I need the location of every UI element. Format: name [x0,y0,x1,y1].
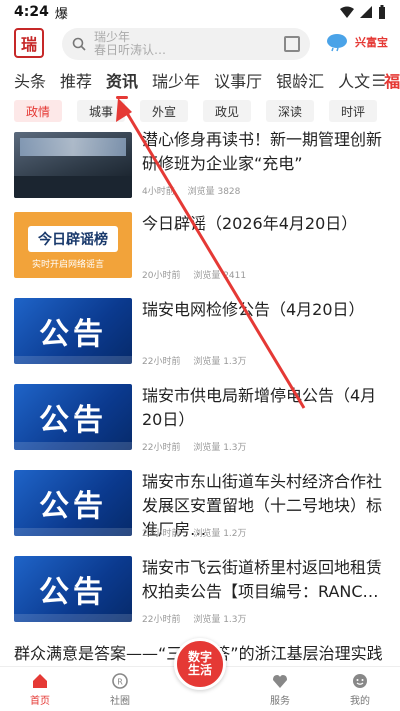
thumbnail-caption: 公告 [39,317,107,352]
thumbnail-stripe [14,614,132,622]
status-bar: 4:24 爆 [0,0,400,24]
list-item[interactable]: 公告 瑞安市供电局新增停电公告（4月20日） 22小时前 浏览量 1.3万 [0,384,400,454]
nav-profile-label: 我的 [350,696,370,707]
article-time: 4小时前 [142,187,175,197]
community-icon: R [112,673,128,689]
list-item[interactable]: 公告 瑞安电网检修公告（4月20日） 22小时前 浏览量 1.3万 [0,298,400,368]
chip-deep-read[interactable]: 深读 [266,100,314,122]
article-views: 浏览量 1.3万 [193,443,247,453]
thumbnail-caption: 公告 [39,403,107,438]
tab-welfare[interactable]: 福利 [384,68,400,92]
logo-text: 瑞 [20,35,37,54]
status-flag: 爆 [54,6,68,22]
wifi-icon [340,6,354,18]
nav-services-label: 服务 [270,696,290,707]
article-meta: 22小时前 浏览量 1.3万 [142,354,257,367]
tab-council[interactable]: 议事厅 [214,68,262,92]
tab-culture[interactable]: 人文 [338,68,370,92]
list-item[interactable]: 潜心修身再读书！新一期管理创新研修班为企业家“充电” 4小时前 浏览量 3828 [0,128,400,202]
signal-icon [360,6,372,18]
weather-icon[interactable] [326,32,348,52]
top-bar: 瑞 瑞少年 春日听涛认… 兴富宝 [0,24,400,62]
article-thumbnail: 公告 [14,556,132,622]
tab-recommend[interactable]: 推荐 [60,68,92,92]
article-views: 浏览量 1.2万 [193,529,247,539]
article-title: 瑞安市供电局新增停电公告（4月20日） [142,386,377,429]
article-meta: 22小时前 浏览量 1.2万 [142,526,257,539]
article-meta: 4小时前 浏览量 3828 [142,184,250,197]
search-icon [72,37,86,51]
search-input[interactable]: 瑞少年 春日听涛认… [62,28,310,60]
services-icon [273,675,287,688]
article-thumbnail: 公告 [14,298,132,364]
search-placeholder-line2: 春日听涛认… [94,43,167,57]
article-thumbnail: 公告 [14,384,132,450]
thumbnail-stripe [14,356,132,364]
thumbnail-stripe [14,442,132,450]
tab-toutiao[interactable]: 头条 [14,68,46,92]
article-meta: 22小时前 浏览量 1.3万 [142,612,257,625]
chip-views[interactable]: 政见 [203,100,251,122]
nav-profile[interactable]: 我的 [320,667,400,711]
article-meta: 20小时前 浏览量 2411 [142,268,256,281]
scan-icon[interactable] [284,36,300,52]
nav-home[interactable]: 首页 [0,667,80,711]
tab-youth[interactable]: 瑞少年 [152,68,200,92]
article-thumbnail: 今日辟谣榜 实时开启网络谣言 [14,212,132,278]
digital-life-button[interactable]: 数字生活 [174,638,226,690]
article-views: 浏览量 1.3万 [193,357,247,367]
battery-icon [379,5,385,19]
article-title: 潜心修身再读书！新一期管理创新研修班为企业家“充电” [142,130,383,173]
article-time: 22小时前 [142,357,181,367]
article-title: 今日辟谣（2026年4月20日） [142,214,358,233]
chip-politics[interactable]: 政情 [14,100,62,122]
article-title: 瑞安电网检修公告（4月20日） [142,300,365,319]
thumbnail-desk [14,176,132,198]
article-thumbnail [14,132,132,198]
tab-news[interactable]: 资讯 [106,68,138,99]
nav-community-label: 社圈 [110,696,130,707]
thumbnail-screens [20,138,126,156]
thumbnail-caption: 公告 [39,489,107,524]
digital-life-label: 数字生活 [187,650,212,677]
article-views: 浏览量 3828 [187,187,241,197]
chip-commentary[interactable]: 时评 [329,100,377,122]
thumbnail-stripe [14,528,132,536]
thumbnail-caption: 今日辟谣榜 [28,226,118,252]
status-time: 4:24 [14,4,49,20]
tab-seniors[interactable]: 银龄汇 [276,68,324,92]
article-views: 浏览量 2411 [193,271,247,281]
status-icons [340,5,386,19]
article-title: 瑞安市飞云街道桥里村返回地租赁权拍卖公告【项目编号：RANC… [142,558,383,601]
search-placeholder: 瑞少年 春日听涛认… [94,30,167,57]
article-time: 22小时前 [142,615,181,625]
article-meta: 22小时前 浏览量 1.3万 [142,440,257,453]
list-item[interactable]: 公告 瑞安市飞云街道桥里村返回地租赁权拍卖公告【项目编号：RANC… 22小时前… [0,556,400,626]
article-views: 浏览量 1.3万 [193,615,247,625]
article-thumbnail: 公告 [14,470,132,536]
subcategory-chips: 政情 城事 外宣 政见 深读 时评 [0,100,400,126]
chip-publicity[interactable]: 外宣 [140,100,188,122]
app-logo[interactable]: 瑞 [14,28,44,58]
article-time: 22小时前 [142,529,181,539]
svg-text:R: R [117,678,123,687]
channel-tabs: 头条 推荐 资讯 瑞少年 议事厅 银龄汇 人文 福利 ☰ [0,62,400,99]
nav-services[interactable]: 服务 [240,667,320,711]
profile-icon [353,674,367,688]
nav-community[interactable]: R 社圈 [80,667,160,711]
list-item[interactable]: 今日辟谣榜 实时开启网络谣言 今日辟谣（2026年4月20日） 20小时前 浏览… [0,212,400,282]
chip-city[interactable]: 城事 [77,100,125,122]
nav-home-label: 首页 [30,696,50,707]
article-time: 22小时前 [142,443,181,453]
list-item[interactable]: 公告 瑞安市东山街道车头村经济合作社发展区安置留地（十二号地块）标准厂房… 22… [0,470,400,540]
thumbnail-caption: 公告 [39,575,107,610]
brand-badge[interactable]: 兴富宝 [355,34,388,50]
article-time: 20小时前 [142,271,181,281]
menu-icon[interactable]: ☰ [372,71,386,90]
home-icon [33,674,47,688]
thumbnail-subcaption: 实时开启网络谣言 [32,260,105,270]
